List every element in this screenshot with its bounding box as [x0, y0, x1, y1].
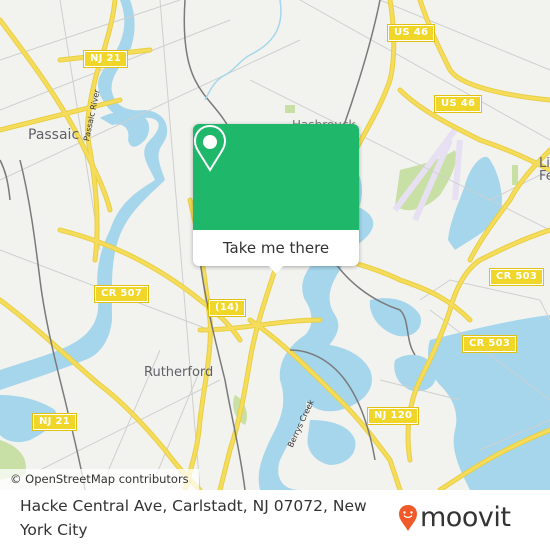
address-text: Hacke Central Ave, Carlstadt, NJ 07072, …: [20, 497, 367, 539]
take-me-there-button[interactable]: Take me there: [193, 230, 359, 266]
place-label-rutherford: Rutherford: [144, 365, 214, 380]
moovit-logo[interactable]: moovit: [398, 502, 511, 533]
place-label-little-ferry: Li Fe: [539, 156, 550, 184]
creek: [204, 0, 282, 101]
rail-line: [0, 159, 11, 201]
park-small: [512, 165, 518, 185]
popup-pointer: [268, 265, 284, 274]
route-shield-nj21: NJ 21: [83, 50, 128, 68]
route-shield-cr503: CR 503: [461, 335, 518, 353]
park-small: [285, 105, 295, 113]
rail-line: [183, 0, 231, 131]
place-label-passaic: Passaic: [28, 127, 80, 143]
footer: Hacke Central Ave, Carlstadt, NJ 07072, …: [0, 490, 550, 550]
route-shield-us46: US 46: [433, 95, 483, 113]
location-popup: Take me there: [193, 124, 359, 274]
route-shield-cr507: CR 507: [93, 285, 150, 303]
route-shield-nj21: NJ 21: [32, 413, 77, 431]
route-shield-cr503: CR 503: [488, 268, 545, 286]
minor-road: [419, 279, 550, 321]
route-shield-14: (14): [207, 299, 247, 317]
moovit-pin-icon: [399, 504, 417, 531]
map-attribution[interactable]: © OpenStreetMap contributors: [0, 469, 199, 490]
runway: [452, 139, 463, 201]
location-pin-icon: [193, 124, 227, 172]
route-shield-us46: US 46: [386, 24, 436, 42]
moovit-wordmark: moovit: [420, 502, 511, 533]
water-sawmill: [307, 420, 356, 465]
route-shield-nj120: NJ 120: [366, 407, 420, 425]
popup-header: [193, 124, 359, 230]
map-view[interactable]: NJ 21 US 46 US 46 CR 507 (14) CR 503 CR …: [0, 0, 550, 490]
